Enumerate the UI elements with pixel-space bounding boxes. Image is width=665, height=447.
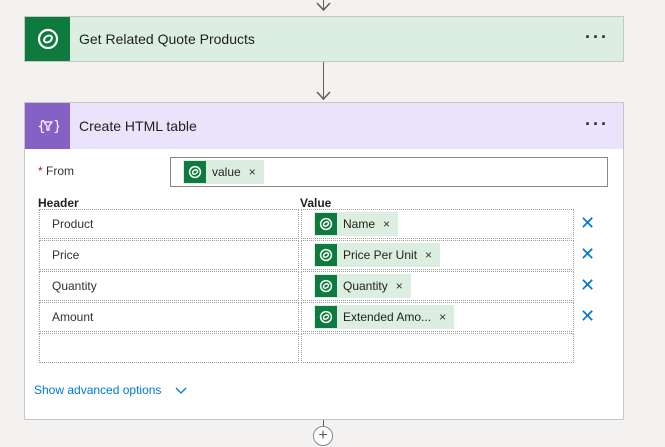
value-column-label: Value: [300, 196, 332, 210]
step-title: Get Related Quote Products: [79, 31, 255, 47]
step-header[interactable]: { } Create HTML table ···: [25, 103, 623, 149]
close-icon[interactable]: ×: [439, 310, 446, 324]
token-label: value: [212, 165, 241, 179]
value-cell[interactable]: Name ×: [301, 209, 574, 239]
token-label: Quantity: [343, 279, 388, 293]
dynamic-content-token[interactable]: Price Per Unit ×: [314, 243, 441, 267]
delete-row-icon[interactable]: ✕: [580, 276, 595, 294]
delete-row-icon[interactable]: ✕: [580, 307, 595, 325]
dataverse-icon: [315, 213, 337, 235]
chevron-down-icon: [175, 384, 187, 398]
step-title: Create HTML table: [79, 118, 197, 134]
token-label: Name: [343, 217, 376, 231]
from-label-text: From: [46, 164, 75, 178]
delete-row-icon[interactable]: ✕: [580, 245, 595, 263]
dynamic-content-token[interactable]: Name ×: [314, 212, 399, 236]
value-cell[interactable]: Quantity ×: [301, 271, 574, 301]
header-cell-text: Quantity: [52, 279, 97, 293]
dynamic-content-token[interactable]: value ×: [183, 160, 264, 184]
step-create-html-table: { } Create HTML table ··· * From value ×…: [24, 102, 624, 420]
show-advanced-options-link[interactable]: Show advanced options: [34, 383, 187, 398]
close-icon[interactable]: ×: [383, 217, 390, 231]
required-marker: *: [38, 164, 43, 178]
add-step-icon[interactable]: +: [313, 426, 333, 446]
advanced-options-label: Show advanced options: [34, 383, 162, 397]
more-options-icon[interactable]: ···: [585, 103, 609, 149]
header-cell-text: Amount: [52, 310, 94, 324]
dataverse-icon: [315, 244, 337, 266]
close-icon[interactable]: ×: [425, 248, 432, 262]
header-cell-text: Price: [52, 248, 80, 262]
value-cell[interactable]: Price Per Unit ×: [301, 240, 574, 270]
header-column-label: Header: [38, 196, 79, 210]
data-operation-icon: { }: [25, 103, 70, 149]
header-cell-text: Product: [52, 217, 94, 231]
dynamic-content-token[interactable]: Extended Amo... ×: [314, 305, 455, 329]
from-label: * From: [38, 164, 74, 178]
header-cell[interactable]: Price: [39, 240, 299, 270]
dataverse-icon: [184, 161, 206, 183]
dataverse-icon: [315, 275, 337, 297]
token-label: Extended Amo...: [343, 310, 432, 324]
svg-text:}: }: [53, 119, 59, 135]
close-icon[interactable]: ×: [396, 279, 403, 293]
more-options-icon[interactable]: ···: [585, 17, 609, 61]
dataverse-icon: [25, 17, 70, 61]
close-icon[interactable]: ×: [249, 165, 256, 179]
header-cell[interactable]: Quantity: [39, 271, 299, 301]
header-cell[interactable]: Product: [39, 209, 299, 239]
dynamic-content-token[interactable]: Quantity ×: [314, 274, 411, 298]
header-cell[interactable]: Amount: [39, 302, 299, 332]
delete-row-icon[interactable]: ✕: [580, 214, 595, 232]
token-label: Price Per Unit: [343, 248, 418, 262]
header-cell-empty[interactable]: [39, 333, 299, 363]
value-cell[interactable]: Extended Amo... ×: [301, 302, 574, 332]
from-input[interactable]: value ×: [170, 157, 608, 187]
step-get-related-quote-products[interactable]: Get Related Quote Products ···: [24, 16, 624, 62]
value-cell-empty[interactable]: [301, 333, 574, 363]
dataverse-icon: [315, 306, 337, 328]
